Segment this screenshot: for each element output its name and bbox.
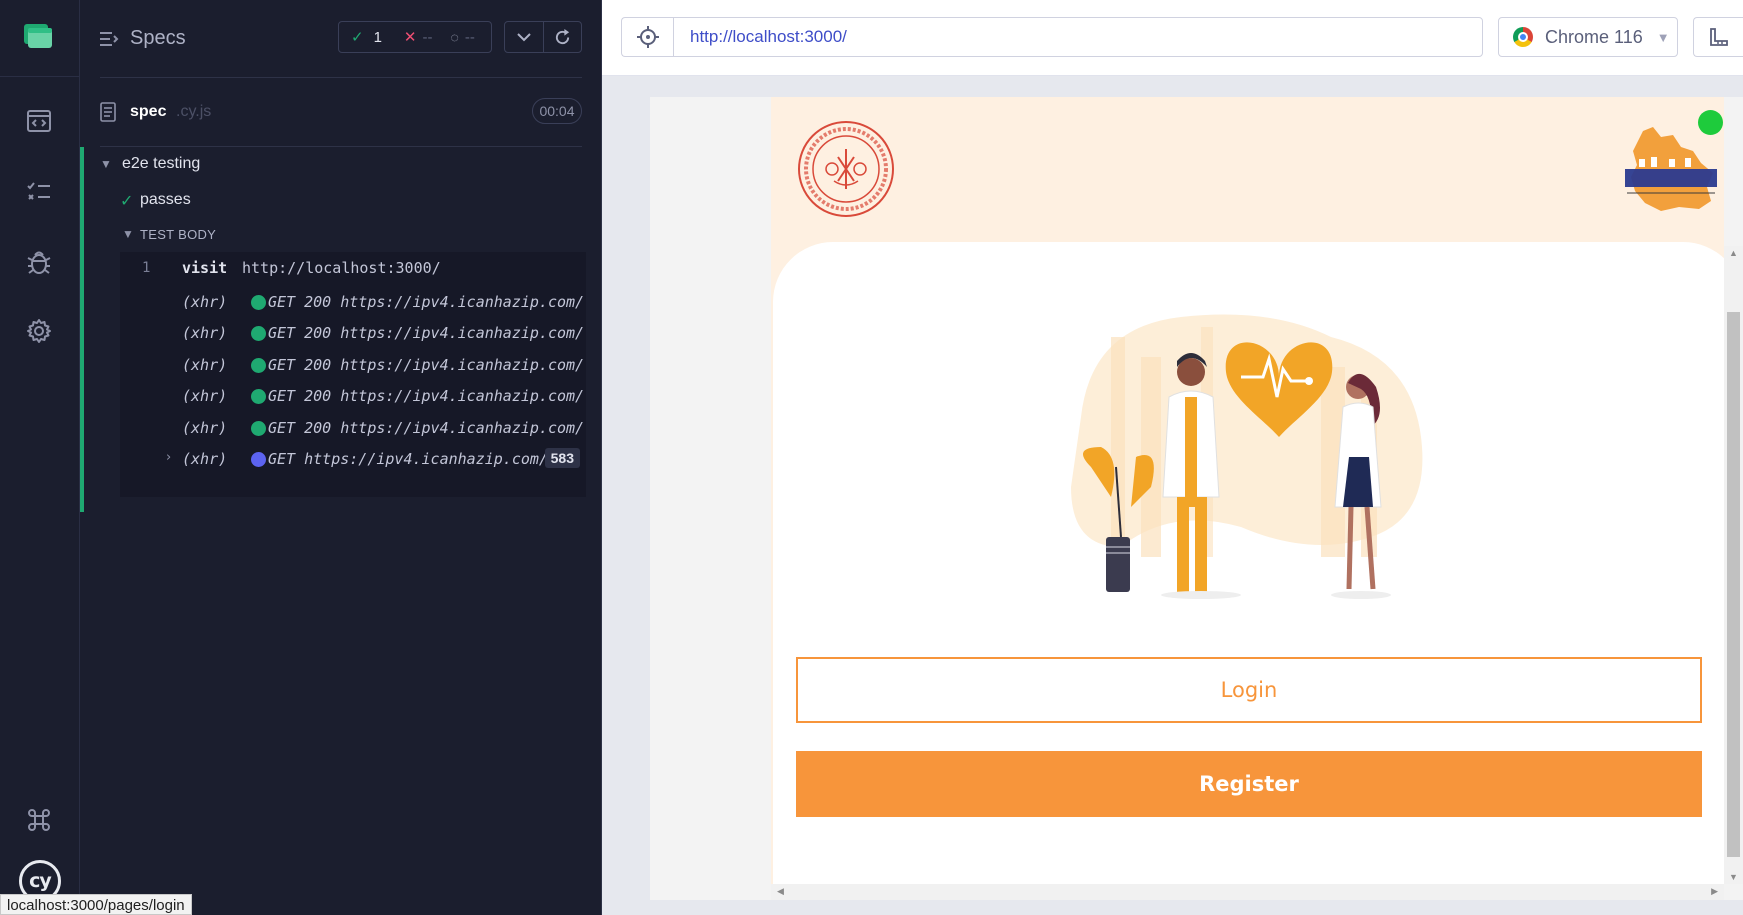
- pass-check-icon: ✓: [120, 193, 134, 210]
- spec-file-name: spec: [130, 103, 167, 120]
- ruler-icon: [1709, 28, 1728, 46]
- command-key-icon: [28, 809, 50, 831]
- status-dot-icon: [251, 358, 266, 373]
- fail-x-icon: ✕: [403, 29, 417, 46]
- vertical-scrollbar[interactable]: ▲ ▼: [1724, 246, 1743, 884]
- status-dot-icon: [251, 389, 266, 404]
- doctors-heart-illustration: [1071, 314, 1423, 599]
- test-body-label[interactable]: TEST BODY: [140, 227, 216, 242]
- browser-code-icon: [27, 110, 51, 132]
- document-icon: [100, 102, 116, 122]
- status-dot-icon: [251, 295, 266, 310]
- chevron-down-icon[interactable]: ▼: [100, 157, 112, 171]
- specs-list-icon[interactable]: [100, 30, 120, 48]
- command-xhr[interactable]: (xhr) GET 200 https://ipv4.icanhazip.com…: [120, 411, 586, 445]
- command-tag: (xhr): [182, 419, 228, 437]
- bug-icon: [27, 251, 51, 274]
- command-visit[interactable]: 1 visit http://localhost:3000/: [120, 252, 586, 286]
- app-page: Login Register: [771, 97, 1724, 884]
- command-xhr[interactable]: (xhr) GET 200 https://ipv4.icanhazip.com…: [120, 316, 586, 350]
- viewport-button[interactable]: [1693, 17, 1743, 57]
- request-count-badge: 583: [544, 448, 580, 468]
- browser-toolbar: http://localhost:3000/ Chrome 116 ▼: [602, 0, 1743, 76]
- command-message: GET 200 https://ipv4.icanhazip.com/: [268, 387, 585, 405]
- command-xhr[interactable]: (xhr) GET 200 https://ipv4.icanhazip.com…: [120, 379, 586, 413]
- spec-file-extension: .cy.js: [176, 103, 212, 120]
- command-tag: (xhr): [182, 324, 228, 342]
- status-dot-icon: [251, 421, 266, 436]
- collapse-button[interactable]: [505, 22, 543, 52]
- passed-count: 1: [373, 28, 382, 46]
- selector-playground-button[interactable]: [621, 17, 673, 57]
- chrome-icon: [1513, 27, 1533, 47]
- command-message: GET 200 https://ipv4.icanhazip.com/: [268, 324, 585, 342]
- rail-divider: [0, 76, 80, 77]
- list-checks-icon: [27, 182, 50, 200]
- app-logo-icon[interactable]: [24, 24, 54, 48]
- command-name: visit: [182, 259, 228, 277]
- spec-duration: 00:04: [532, 98, 582, 124]
- state-emblem-seal-icon: [798, 121, 894, 217]
- scroll-up-arrow-icon[interactable]: ▲: [1729, 248, 1738, 258]
- command-xhr[interactable]: (xhr) GET 200 https://ipv4.icanhazip.com…: [120, 285, 586, 319]
- command-number: 1: [142, 260, 151, 276]
- chevron-down-icon: ▼: [1656, 29, 1670, 45]
- chevron-down-icon[interactable]: ▼: [122, 227, 134, 241]
- command-reporter: Specs ✓ 1 ✕ -- ◌ -- spec .cy.js 00:04 ▼ …: [80, 0, 602, 915]
- app-under-test-frame: Login Register ▲ ▼ ◀ ▶: [650, 97, 1743, 900]
- refresh-icon: [555, 28, 569, 44]
- chevron-right-icon[interactable]: ›: [166, 450, 171, 465]
- command-tag: (xhr): [182, 450, 228, 468]
- spec-file-row: spec .cy.js 00:04: [100, 98, 582, 128]
- debug-nav-button[interactable]: [22, 245, 56, 279]
- command-xhr-pending[interactable]: › (xhr) GET https://ipv4.icanhazip.com/ …: [120, 442, 586, 476]
- settings-nav-button[interactable]: [22, 314, 56, 348]
- rerun-button[interactable]: [542, 22, 582, 52]
- url-bar[interactable]: http://localhost:3000/: [673, 17, 1483, 57]
- scroll-left-arrow-icon[interactable]: ◀: [777, 886, 784, 897]
- command-tag: (xhr): [182, 356, 228, 374]
- pending-spinner-icon: ◌: [450, 29, 459, 45]
- command-message: GET 200 https://ipv4.icanhazip.com/: [268, 293, 585, 311]
- test-title[interactable]: passes: [140, 191, 191, 209]
- reporter-controls: [504, 21, 582, 53]
- failed-count: --: [422, 28, 433, 46]
- command-xhr[interactable]: (xhr) GET 200 https://ipv4.icanhazip.com…: [120, 348, 586, 382]
- command-tag: (xhr): [182, 293, 228, 311]
- suite-title[interactable]: e2e testing: [122, 155, 200, 173]
- test-stats: ✓ 1 ✕ -- ◌ --: [338, 21, 492, 53]
- command-message: http://localhost:3000/: [242, 259, 441, 277]
- scroll-right-arrow-icon[interactable]: ▶: [1711, 886, 1718, 897]
- horizontal-scrollbar[interactable]: ◀ ▶: [771, 884, 1724, 900]
- browser-selector[interactable]: Chrome 116 ▼: [1498, 17, 1678, 57]
- link-status-bar: localhost:3000/pages/login: [0, 894, 192, 915]
- login-button[interactable]: Login: [796, 657, 1702, 723]
- register-button[interactable]: Register: [796, 751, 1702, 817]
- header-divider: [100, 77, 582, 78]
- status-dot-icon: [251, 452, 266, 467]
- browser-area: http://localhost:3000/ Chrome 116 ▼ Logi…: [602, 0, 1743, 915]
- suite-block: ▼ e2e testing ✓ passes ▼ TEST BODY 1 vis…: [80, 147, 602, 512]
- reporter-header: Specs ✓ 1 ✕ -- ◌ --: [80, 0, 602, 77]
- command-message: GET https://ipv4.icanhazip.com/: [268, 450, 548, 468]
- pass-check-icon: ✓: [351, 29, 364, 46]
- sidebar-rail: cy: [0, 0, 80, 915]
- command-log: 1 visit http://localhost:3000/ (xhr) GET…: [120, 252, 586, 497]
- chevron-down-icon: [517, 33, 531, 42]
- crosshair-icon: [636, 26, 659, 48]
- runs-nav-button[interactable]: [22, 175, 56, 209]
- browser-name: Chrome 116: [1545, 26, 1643, 47]
- command-message: GET 200 https://ipv4.icanhazip.com/: [268, 356, 585, 374]
- command-message: GET 200 https://ipv4.icanhazip.com/: [268, 419, 585, 437]
- scrollbar-thumb[interactable]: [1727, 312, 1740, 857]
- specs-toggle-label[interactable]: Specs: [130, 27, 186, 50]
- specs-nav-button[interactable]: [22, 104, 56, 138]
- pending-count: --: [464, 28, 475, 46]
- niramaya-brand-logo-icon: [1625, 127, 1717, 211]
- status-dot-icon: [251, 326, 266, 341]
- command-tag: (xhr): [182, 387, 228, 405]
- scroll-down-arrow-icon[interactable]: ▼: [1729, 872, 1738, 882]
- gear-icon: [27, 319, 51, 343]
- keyboard-shortcuts-button[interactable]: [22, 803, 56, 837]
